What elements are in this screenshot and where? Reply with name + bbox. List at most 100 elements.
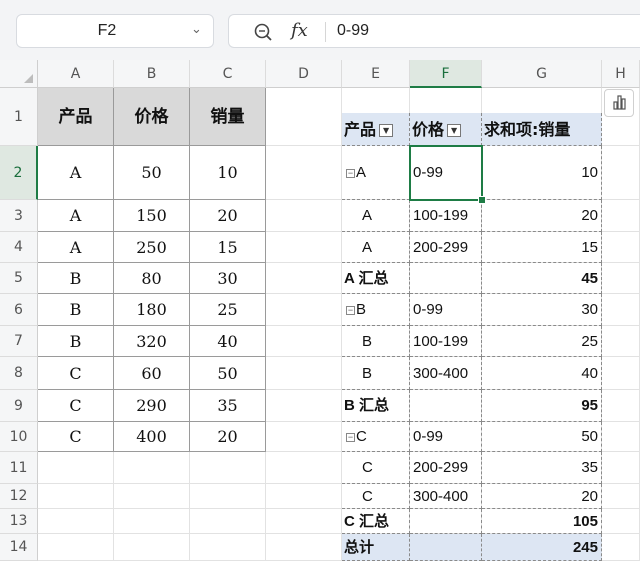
pivot-price-cell[interactable]: 0-99 xyxy=(410,146,482,200)
grid-cell[interactable] xyxy=(266,452,342,484)
name-box[interactable]: F2 ⌄ xyxy=(16,14,214,48)
source-data-cell[interactable]: 80 xyxy=(114,263,190,294)
row-header-1[interactable]: 1 xyxy=(0,88,38,146)
grid-cell[interactable] xyxy=(38,452,114,484)
pivot-value-cell[interactable]: 105 xyxy=(482,509,602,534)
pivot-price-cell[interactable]: 100-199 xyxy=(410,200,482,232)
grid-cell[interactable] xyxy=(114,534,190,561)
row-header-13[interactable]: 13 xyxy=(0,509,38,534)
pivot-product-cell[interactable]: 总计 xyxy=(342,534,410,561)
row-header-6[interactable]: 6 xyxy=(0,294,38,326)
pivot-product-cell[interactable]: A xyxy=(342,232,410,263)
quick-analysis-button[interactable] xyxy=(604,89,634,117)
pivot-value-cell[interactable]: 20 xyxy=(482,200,602,232)
pivot-value-cell[interactable]: 15 xyxy=(482,232,602,263)
filter-dropdown-icon[interactable]: ▼ xyxy=(379,124,394,137)
grid-cell[interactable] xyxy=(602,422,640,452)
pivot-header-product[interactable]: 产品 ▼ xyxy=(342,113,410,146)
grid-cell[interactable] xyxy=(602,146,640,200)
source-data-cell[interactable]: C xyxy=(38,357,114,390)
grid-cell[interactable] xyxy=(602,200,640,232)
row-header-7[interactable]: 7 xyxy=(0,326,38,357)
grid-cell[interactable] xyxy=(266,422,342,452)
fx-icon[interactable]: fx xyxy=(291,18,308,44)
grid-cell[interactable] xyxy=(266,534,342,561)
grid-cell[interactable] xyxy=(266,88,342,146)
source-data-cell[interactable]: 35 xyxy=(190,390,266,422)
source-data-cell[interactable]: 30 xyxy=(190,263,266,294)
grid-cell[interactable] xyxy=(266,200,342,232)
pivot-value-cell[interactable]: 35 xyxy=(482,452,602,484)
row-header-11[interactable]: 11 xyxy=(0,452,38,484)
source-data-cell[interactable]: B xyxy=(38,263,114,294)
formula-bar[interactable]: fx 0-99 xyxy=(228,14,640,48)
grid-cell[interactable] xyxy=(602,263,640,294)
pivot-price-cell[interactable]: 200-299 xyxy=(410,452,482,484)
filter-dropdown-icon[interactable]: ▼ xyxy=(447,124,462,137)
collapse-icon[interactable]: − xyxy=(346,168,355,178)
grid-cell[interactable] xyxy=(190,534,266,561)
grid-cell[interactable] xyxy=(602,534,640,561)
grid-cell[interactable] xyxy=(266,263,342,294)
source-data-cell[interactable]: 25 xyxy=(190,294,266,326)
column-header-a[interactable]: A xyxy=(38,60,114,88)
fill-handle[interactable] xyxy=(478,196,486,204)
grid-cell[interactable] xyxy=(266,357,342,390)
pivot-price-cell[interactable]: 300-400 xyxy=(410,484,482,509)
source-data-cell[interactable]: 60 xyxy=(114,357,190,390)
pivot-price-cell[interactable]: 100-199 xyxy=(410,326,482,357)
source-data-cell[interactable]: B xyxy=(38,326,114,357)
grid-cell[interactable] xyxy=(38,534,114,561)
row-header-4[interactable]: 4 xyxy=(0,232,38,263)
grid-cell[interactable] xyxy=(190,452,266,484)
grid-cell[interactable] xyxy=(602,357,640,390)
pivot-price-cell[interactable]: 200-299 xyxy=(410,232,482,263)
pivot-header-price[interactable]: 价格 ▼ xyxy=(410,113,482,146)
pivot-value-cell[interactable]: 30 xyxy=(482,294,602,326)
grid-cell[interactable] xyxy=(602,390,640,422)
grid-cell[interactable] xyxy=(266,390,342,422)
pivot-product-cell[interactable]: C xyxy=(342,452,410,484)
spreadsheet-grid[interactable]: A B C D E F G H 1 2 3 4 5 6 7 8 9 10 11 12 13 14 产品 价格 销量 A 50 10 A 1… xyxy=(0,60,640,561)
pivot-header-sum[interactable]: 求和项:销量 xyxy=(482,113,602,146)
grid-cell[interactable] xyxy=(266,146,342,200)
source-data-cell[interactable]: 400 xyxy=(114,422,190,452)
pivot-product-cell[interactable]: A xyxy=(342,200,410,232)
grid-cell[interactable] xyxy=(602,452,640,484)
row-header-14[interactable]: 14 xyxy=(0,534,38,561)
grid-cell[interactable] xyxy=(266,232,342,263)
pivot-price-cell[interactable] xyxy=(410,263,482,294)
pivot-price-cell[interactable] xyxy=(410,534,482,561)
pivot-product-cell[interactable]: C 汇总 xyxy=(342,509,410,534)
column-header-f[interactable]: F xyxy=(410,60,482,88)
grid-cell[interactable] xyxy=(266,509,342,534)
source-data-cell[interactable]: C xyxy=(38,390,114,422)
grid-cell[interactable] xyxy=(114,452,190,484)
grid-cell[interactable] xyxy=(602,294,640,326)
pivot-product-cell[interactable]: A 汇总 xyxy=(342,263,410,294)
pivot-price-cell[interactable]: 0-99 xyxy=(410,422,482,452)
column-header-d[interactable]: D xyxy=(266,60,342,88)
source-data-cell[interactable]: 320 xyxy=(114,326,190,357)
source-data-cell[interactable]: 290 xyxy=(114,390,190,422)
source-data-cell[interactable]: A xyxy=(38,200,114,232)
grid-cell[interactable] xyxy=(266,484,342,509)
collapse-icon[interactable]: − xyxy=(346,432,355,442)
pivot-product-cell[interactable]: B xyxy=(342,357,410,390)
grid-cell[interactable] xyxy=(38,484,114,509)
pivot-price-cell[interactable] xyxy=(410,509,482,534)
collapse-icon[interactable]: − xyxy=(346,305,355,315)
pivot-price-cell[interactable]: 300-400 xyxy=(410,357,482,390)
pivot-value-cell[interactable]: 95 xyxy=(482,390,602,422)
source-data-cell[interactable]: 250 xyxy=(114,232,190,263)
grid-cell[interactable] xyxy=(602,232,640,263)
source-data-cell[interactable]: 20 xyxy=(190,200,266,232)
grid-cell[interactable] xyxy=(190,509,266,534)
source-data-cell[interactable]: 40 xyxy=(190,326,266,357)
chevron-down-icon[interactable]: ⌄ xyxy=(191,22,205,38)
source-data-cell[interactable]: 150 xyxy=(114,200,190,232)
pivot-value-cell[interactable]: 245 xyxy=(482,534,602,561)
source-header-cell[interactable]: 销量 xyxy=(190,88,266,146)
source-header-cell[interactable]: 价格 xyxy=(114,88,190,146)
source-data-cell[interactable]: B xyxy=(38,294,114,326)
